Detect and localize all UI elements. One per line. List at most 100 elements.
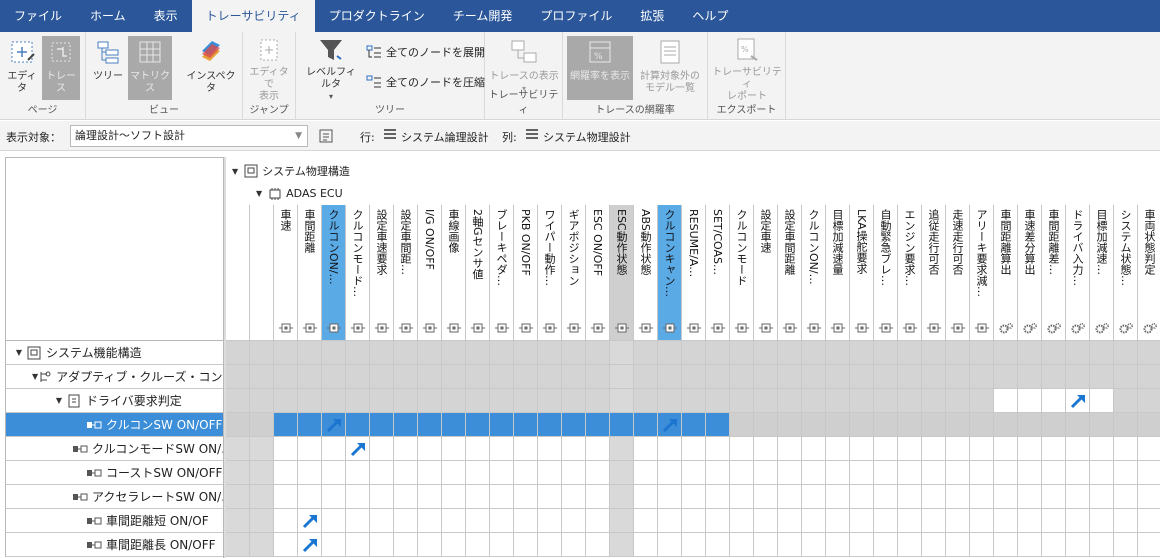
column-header[interactable]: クルコンモード… (346, 205, 370, 341)
matrix-cell[interactable] (682, 533, 706, 557)
matrix-cell[interactable] (226, 365, 250, 389)
matrix-cell[interactable] (586, 509, 610, 533)
matrix-cell[interactable] (1042, 461, 1066, 485)
matrix-cell[interactable] (466, 365, 490, 389)
matrix-cell[interactable] (706, 413, 730, 437)
matrix-cell[interactable] (250, 413, 274, 437)
matrix-cell[interactable] (898, 437, 922, 461)
matrix-cell[interactable] (1138, 437, 1160, 461)
matrix-cell[interactable] (826, 485, 850, 509)
matrix-cell[interactable] (490, 413, 514, 437)
matrix-cell[interactable] (754, 413, 778, 437)
matrix-cell[interactable] (898, 389, 922, 413)
matrix-cell[interactable] (850, 413, 874, 437)
matrix-cell[interactable] (394, 533, 418, 557)
matrix-cell[interactable] (730, 533, 754, 557)
matrix-cell[interactable] (658, 509, 682, 533)
matrix-cell[interactable] (802, 533, 826, 557)
matrix-cell[interactable] (250, 437, 274, 461)
matrix-cell[interactable] (370, 485, 394, 509)
matrix-cell[interactable] (610, 413, 634, 437)
matrix-cell[interactable] (538, 365, 562, 389)
matrix-cell[interactable] (442, 533, 466, 557)
matrix-cell[interactable] (418, 461, 442, 485)
matrix-cell[interactable] (874, 437, 898, 461)
column-header[interactable]: 追従走行可否 (922, 205, 946, 341)
matrix-cell[interactable] (946, 413, 970, 437)
matrix-cell[interactable] (922, 461, 946, 485)
matrix-cell[interactable] (898, 365, 922, 389)
matrix-cell[interactable] (898, 509, 922, 533)
expand-toggle[interactable]: ▼ (12, 348, 26, 357)
matrix-cell[interactable] (514, 341, 538, 365)
column-header[interactable]: 設定車間距離 (778, 205, 802, 341)
matrix-cell[interactable] (562, 413, 586, 437)
column-header[interactable]: ギアポジション (562, 205, 586, 341)
matrix-view-button[interactable]: マトリクス (128, 36, 172, 100)
column-header[interactable]: 車速差分算出 (1018, 205, 1042, 341)
matrix-cell[interactable] (514, 533, 538, 557)
matrix-cell[interactable] (970, 461, 994, 485)
matrix-cell[interactable] (298, 509, 322, 533)
matrix-cell[interactable] (538, 485, 562, 509)
matrix-cell[interactable] (634, 461, 658, 485)
matrix-cell[interactable] (538, 461, 562, 485)
matrix-cell[interactable] (922, 413, 946, 437)
matrix-cell[interactable] (466, 413, 490, 437)
matrix-cell[interactable] (1138, 389, 1160, 413)
matrix-cell[interactable] (370, 437, 394, 461)
matrix-cell[interactable] (298, 437, 322, 461)
matrix-cell[interactable] (298, 533, 322, 557)
matrix-cell[interactable] (1114, 437, 1138, 461)
matrix-cell[interactable] (658, 365, 682, 389)
show-in-editor-button[interactable]: エディタで 表示 (246, 36, 292, 102)
matrix-cell[interactable] (418, 509, 442, 533)
matrix-cell[interactable] (946, 533, 970, 557)
matrix-cell[interactable] (826, 437, 850, 461)
matrix-cell[interactable] (1066, 485, 1090, 509)
matrix-cell[interactable] (442, 461, 466, 485)
column-header[interactable]: I/G ON/OFF (418, 205, 442, 341)
column-header[interactable]: ブレーキペダ… (490, 205, 514, 341)
matrix-cell[interactable] (418, 365, 442, 389)
matrix-cell[interactable] (946, 461, 970, 485)
matrix-cell[interactable] (298, 341, 322, 365)
matrix-cell[interactable] (970, 509, 994, 533)
matrix-cell[interactable] (1090, 341, 1114, 365)
matrix-cell[interactable] (994, 461, 1018, 485)
matrix-cell[interactable] (850, 533, 874, 557)
matrix-cell[interactable] (730, 485, 754, 509)
matrix-cell[interactable] (1114, 485, 1138, 509)
row-header[interactable]: コーストSW ON/OFF (5, 461, 223, 485)
matrix-cell[interactable] (658, 437, 682, 461)
matrix-cell[interactable] (586, 389, 610, 413)
matrix-cell[interactable] (802, 341, 826, 365)
matrix-cell[interactable] (610, 509, 634, 533)
matrix-cell[interactable] (226, 389, 250, 413)
matrix-cell[interactable] (898, 461, 922, 485)
matrix-cell[interactable] (226, 413, 250, 437)
matrix-cell[interactable] (298, 365, 322, 389)
column-header[interactable]: SET/COAS… (706, 205, 730, 341)
matrix-cell[interactable] (874, 413, 898, 437)
matrix-cell[interactable] (250, 389, 274, 413)
menu-tab-2[interactable]: 表示 (140, 0, 192, 32)
matrix-cell[interactable] (1138, 341, 1160, 365)
matrix-cell[interactable] (658, 413, 682, 437)
matrix-cell[interactable] (754, 365, 778, 389)
matrix-cell[interactable] (538, 533, 562, 557)
matrix-cell[interactable] (1042, 341, 1066, 365)
matrix-cell[interactable] (226, 509, 250, 533)
matrix-cell[interactable] (490, 341, 514, 365)
matrix-cell[interactable] (370, 413, 394, 437)
matrix-cell[interactable] (1066, 509, 1090, 533)
matrix-cell[interactable] (1042, 389, 1066, 413)
matrix-cell[interactable] (394, 365, 418, 389)
matrix-cell[interactable] (1042, 509, 1066, 533)
matrix-cell[interactable] (514, 509, 538, 533)
matrix-cell[interactable] (994, 389, 1018, 413)
matrix-cell[interactable] (874, 485, 898, 509)
column-header[interactable]: PKB ON/OFF (514, 205, 538, 341)
matrix-cell[interactable] (802, 389, 826, 413)
matrix-cell[interactable] (586, 485, 610, 509)
